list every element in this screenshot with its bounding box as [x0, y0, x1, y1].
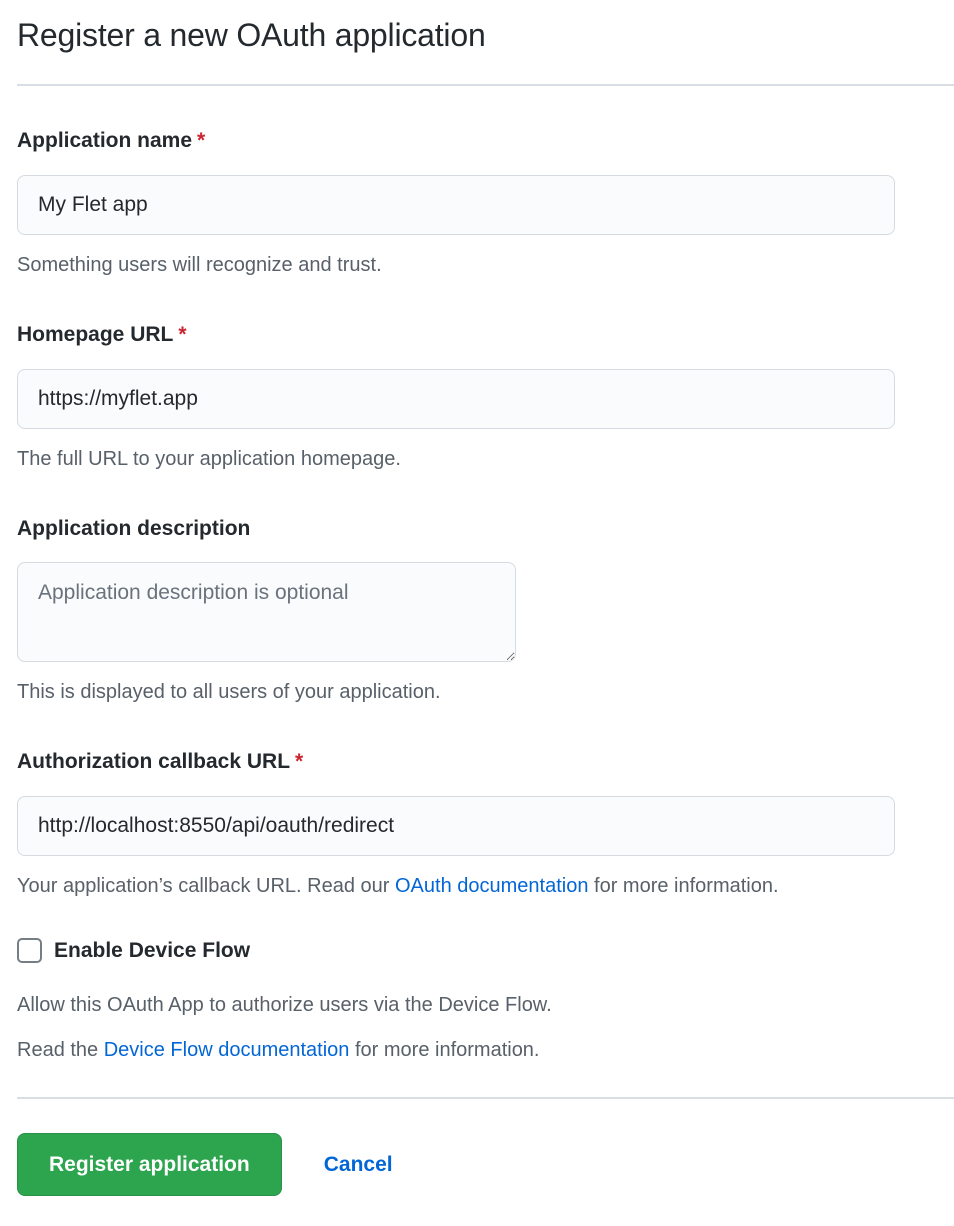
application-description-textarea[interactable]: [17, 562, 516, 662]
homepage-url-help: The full URL to your application homepag…: [17, 448, 954, 470]
actions-divider: [17, 1097, 954, 1099]
callback-url-group: Authorization callback URL* Your applica…: [17, 750, 954, 897]
application-name-label: Application name*: [17, 129, 954, 153]
application-name-input[interactable]: [17, 175, 895, 235]
callback-url-input[interactable]: [17, 796, 895, 856]
oauth-documentation-link[interactable]: OAuth documentation: [395, 875, 588, 897]
device-flow-read-text: Read the: [17, 1039, 104, 1061]
device-flow-group: Enable Device Flow Allow this OAuth App …: [17, 938, 954, 1061]
application-name-label-text: Application name: [17, 129, 192, 152]
application-description-help: This is displayed to all users of your a…: [17, 681, 954, 703]
application-name-help: Something users will recognize and trust…: [17, 254, 954, 276]
device-flow-read-text-after: for more information.: [349, 1039, 539, 1061]
homepage-url-input[interactable]: [17, 369, 895, 429]
required-asterisk: *: [295, 750, 303, 773]
device-flow-checkbox[interactable]: [17, 938, 42, 963]
homepage-url-group: Homepage URL* The full URL to your appli…: [17, 323, 954, 470]
device-flow-label[interactable]: Enable Device Flow: [54, 939, 250, 963]
callback-url-help-text: Your application’s callback URL. Read ou…: [17, 875, 395, 897]
form-actions: Register application Cancel: [17, 1133, 954, 1196]
homepage-url-label-text: Homepage URL: [17, 323, 173, 346]
callback-url-label-text: Authorization callback URL: [17, 750, 290, 773]
callback-url-help: Your application’s callback URL. Read ou…: [17, 875, 954, 897]
oauth-registration-form: Register a new OAuth application Applica…: [0, 15, 954, 1196]
callback-url-help-text-after: for more information.: [588, 875, 778, 897]
required-asterisk: *: [197, 129, 205, 152]
register-application-button[interactable]: Register application: [17, 1133, 282, 1196]
application-description-label: Application description: [17, 517, 954, 541]
application-description-label-text: Application description: [17, 517, 250, 540]
application-description-group: Application description This is displaye…: [17, 517, 954, 703]
device-flow-documentation-link[interactable]: Device Flow documentation: [104, 1039, 350, 1061]
device-flow-read-more: Read the Device Flow documentation for m…: [17, 1039, 954, 1061]
device-flow-help: Allow this OAuth App to authorize users …: [17, 994, 954, 1016]
callback-url-label: Authorization callback URL*: [17, 750, 954, 774]
homepage-url-label: Homepage URL*: [17, 323, 954, 347]
device-flow-row: Enable Device Flow: [17, 938, 954, 963]
page-title: Register a new OAuth application: [17, 15, 954, 55]
cancel-link[interactable]: Cancel: [324, 1153, 393, 1177]
title-divider: [17, 84, 954, 86]
application-name-group: Application name* Something users will r…: [17, 129, 954, 276]
required-asterisk: *: [178, 323, 186, 346]
